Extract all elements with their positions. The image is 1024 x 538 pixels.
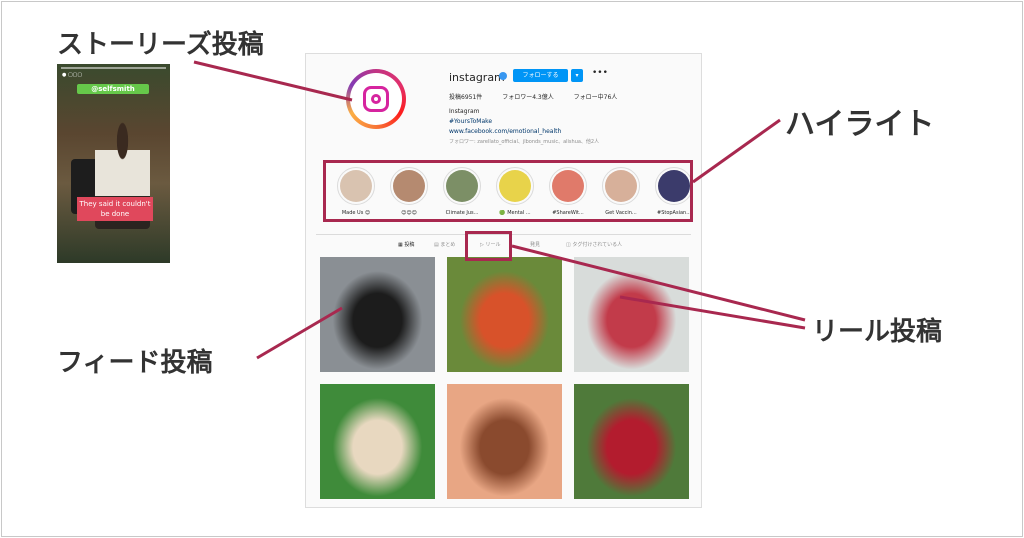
annotation-lines <box>193 60 806 360</box>
line-highlight <box>692 118 781 184</box>
line-stories <box>193 60 353 102</box>
line-reels-tab <box>511 244 806 322</box>
line-feed <box>256 306 343 360</box>
